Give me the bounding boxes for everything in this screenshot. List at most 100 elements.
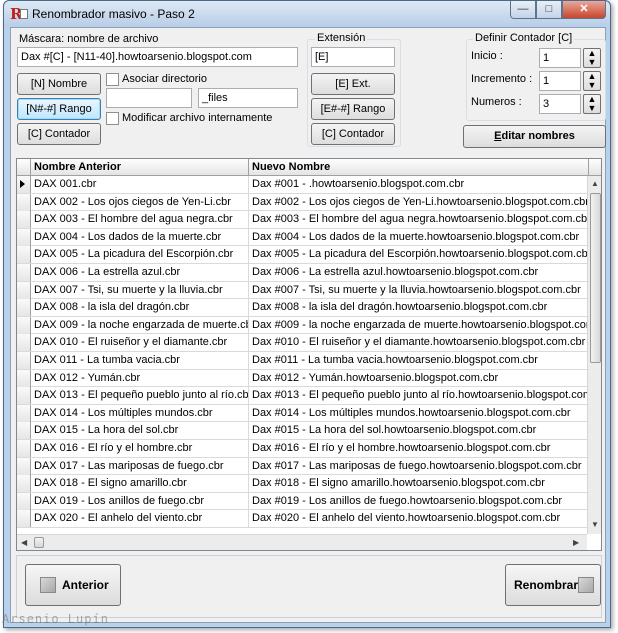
table-row[interactable]: DAX 006 - La estrella azul.cbr Dax #006 -… [17,263,589,282]
table-row[interactable]: DAX 019 - Los anillos de fuego.cbr Dax #0… [17,492,589,511]
new-name-cell[interactable]: Dax #003 - El hombre del agua negra.howt… [249,211,589,229]
horizontal-scrollbar[interactable]: ◀ ▶ [17,534,587,550]
row-header[interactable] [17,439,31,457]
old-name-cell[interactable]: DAX 007 - Tsi, su muerte y la lluvia.cbr [31,281,249,299]
old-name-cell[interactable]: DAX 017 - Las mariposas de fuego.cbr [31,457,249,475]
ext-button[interactable]: [E] Ext. [311,73,395,95]
new-name-cell[interactable]: Dax #002 - Los ojos ciegos de Yen-Li.how… [249,193,589,211]
row-header[interactable] [17,510,31,528]
row-header[interactable] [17,334,31,352]
row-header[interactable] [17,299,31,317]
increment-input[interactable]: 1 [539,71,581,91]
new-name-cell[interactable]: Dax #018 - El signo amarillo.howtoarseni… [249,475,589,493]
new-name-cell[interactable]: Dax #007 - Tsi, su muerte y la lluvia.ho… [249,281,589,299]
row-header[interactable] [17,492,31,510]
table-row[interactable]: DAX 009 - la noche engarzada de muerte.c… [17,316,589,335]
old-name-cell[interactable]: DAX 016 - El río y el hombre.cbr [31,439,249,457]
old-name-cell[interactable]: DAX 005 - La picadura del Escorpión.cbr [31,246,249,264]
row-header[interactable] [17,351,31,369]
old-name-cell[interactable]: DAX 004 - Los dados de la muerte.cbr [31,228,249,246]
row-header[interactable] [17,176,31,193]
table-row[interactable]: DAX 007 - Tsi, su muerte y la lluvia.cbr… [17,281,589,300]
new-name-cell[interactable]: Dax #009 - la noche engarzada de muerte.… [249,316,589,334]
row-header[interactable] [17,475,31,493]
row-header[interactable] [17,263,31,281]
table-row[interactable]: DAX 004 - Los dados de la muerte.cbr Dax … [17,228,589,247]
back-button[interactable]: Anterior [25,564,121,606]
row-header[interactable] [17,211,31,229]
column-header-new-name[interactable]: Nuevo Nombre [249,159,589,176]
ext-counter-button[interactable]: [C] Contador [311,123,395,145]
numbers-input[interactable]: 3 [539,94,581,114]
old-name-cell[interactable]: DAX 001.cbr [31,176,249,193]
old-name-cell[interactable]: DAX 006 - La estrella azul.cbr [31,263,249,281]
row-header[interactable] [17,281,31,299]
start-spinner[interactable]: ▲ ▼ [583,48,601,68]
vertical-scroll-thumb[interactable] [590,193,601,363]
scroll-down-icon[interactable]: ▼ [591,520,599,529]
maximize-button[interactable]: □ [536,1,562,19]
old-name-cell[interactable]: DAX 010 - El ruiseñor y el diamante.cbr [31,334,249,352]
new-name-cell[interactable]: Dax #020 - El anhelo del viento.howtoars… [249,510,589,528]
new-name-cell[interactable]: Dax #006 - La estrella azul.howtoarsenio… [249,263,589,281]
new-name-cell[interactable]: Dax #013 - El pequeño pueblo junto al rí… [249,387,589,405]
new-name-cell[interactable]: Dax #019 - Los anillos de fuego.howtoars… [249,492,589,510]
old-name-cell[interactable]: DAX 011 - La tumba vacia.cbr [31,351,249,369]
table-row[interactable]: DAX 014 - Los múltiples mundos.cbr Dax #0… [17,404,589,423]
old-name-cell[interactable]: DAX 002 - Los ojos ciegos de Yen-Li.cbr [31,193,249,211]
table-row[interactable]: DAX 017 - Las mariposas de fuego.cbr Dax … [17,457,589,476]
table-row[interactable]: DAX 012 - Yumán.cbr Dax #012 - Yumán.howt… [17,369,589,388]
old-name-cell[interactable]: DAX 013 - El pequeño pueblo junto al río… [31,387,249,405]
table-row[interactable]: DAX 018 - El signo amarillo.cbr Dax #018 … [17,475,589,493]
edit-names-button[interactable]: Editar nombres [463,125,606,148]
new-name-cell[interactable]: Dax #017 - Las mariposas de fuego.howtoa… [249,457,589,475]
table-row[interactable]: DAX 001.cbr Dax #001 - .howtoarsenio.blog… [17,176,589,194]
new-name-cell[interactable]: Dax #015 - La hora del sol.howtoarsenio.… [249,422,589,440]
row-header[interactable] [17,316,31,334]
horizontal-scroll-thumb[interactable] [34,537,44,548]
mask-input[interactable]: Dax #[C] - [N11-40].howtoarsenio.blogspo… [17,47,298,67]
assoc-dir-input[interactable] [106,88,192,108]
table-row[interactable]: DAX 016 - El río y el hombre.cbr Dax #016… [17,439,589,458]
row-header[interactable] [17,422,31,440]
vertical-scrollbar[interactable]: ▲ ▼ [587,176,601,534]
table-row[interactable]: DAX 010 - El ruiseñor y el diamante.cbr D… [17,334,589,352]
file-grid[interactable]: Nombre Anterior Nuevo Nombre DAX 001.cbr… [16,158,602,551]
old-name-cell[interactable]: DAX 020 - El anhelo del viento.cbr [31,510,249,528]
old-name-cell[interactable]: DAX 009 - la noche engarzada de muerte.c… [31,316,249,334]
row-header[interactable] [17,246,31,264]
row-header[interactable] [17,387,31,405]
close-button[interactable]: ✕ [562,1,606,19]
new-name-cell[interactable]: Dax #008 - la isla del dragón.howtoarsen… [249,299,589,317]
increment-spinner[interactable]: ▲ ▼ [583,71,601,91]
modify-internal-checkbox[interactable] [106,112,119,125]
old-name-cell[interactable]: DAX 003 - El hombre del agua negra.cbr [31,211,249,229]
new-name-cell[interactable]: Dax #004 - Los dados de la muerte.howtoa… [249,228,589,246]
extension-input[interactable]: [E] [311,47,395,67]
new-name-cell[interactable]: Dax #016 - El río y el hombre.howtoarsen… [249,439,589,457]
table-row[interactable]: DAX 015 - La hora del sol.cbr Dax #015 - … [17,422,589,440]
old-name-cell[interactable]: DAX 015 - La hora del sol.cbr [31,422,249,440]
row-header[interactable] [17,457,31,475]
new-name-cell[interactable]: Dax #010 - El ruiseñor y el diamante.how… [249,334,589,352]
ext-range-button[interactable]: [E#-#] Rango [311,98,395,120]
name-button[interactable]: [N] Nombre [17,73,101,95]
title-bar[interactable]: R Renombrador masivo - Paso 2 — □ ✕ [4,1,610,27]
range-button[interactable]: [N#-#] Rango [17,98,101,120]
counter-button[interactable]: [C] Contador [17,123,101,145]
table-row[interactable]: DAX 008 - la isla del dragón.cbr Dax #008… [17,299,589,317]
assoc-dir-checkbox[interactable] [106,73,119,86]
new-name-cell[interactable]: Dax #014 - Los múltiples mundos.howtoars… [249,404,589,422]
old-name-cell[interactable]: DAX 019 - Los anillos de fuego.cbr [31,492,249,510]
numbers-spinner[interactable]: ▲ ▼ [583,94,601,114]
start-input[interactable]: 1 [539,48,581,68]
minimize-button[interactable]: — [510,1,536,19]
new-name-cell[interactable]: Dax #012 - Yumán.howtoarsenio.blogspot.c… [249,369,589,387]
row-header[interactable] [17,193,31,211]
old-name-cell[interactable]: DAX 012 - Yumán.cbr [31,369,249,387]
new-name-cell[interactable]: Dax #001 - .howtoarsenio.blogspot.com.cb… [249,176,589,193]
column-header-old-name[interactable]: Nombre Anterior [31,159,249,176]
new-name-cell[interactable]: Dax #011 - La tumba vacia.howtoarsenio.b… [249,351,589,369]
old-name-cell[interactable]: DAX 014 - Los múltiples mundos.cbr [31,404,249,422]
table-row[interactable]: DAX 013 - El pequeño pueblo junto al río… [17,387,589,405]
